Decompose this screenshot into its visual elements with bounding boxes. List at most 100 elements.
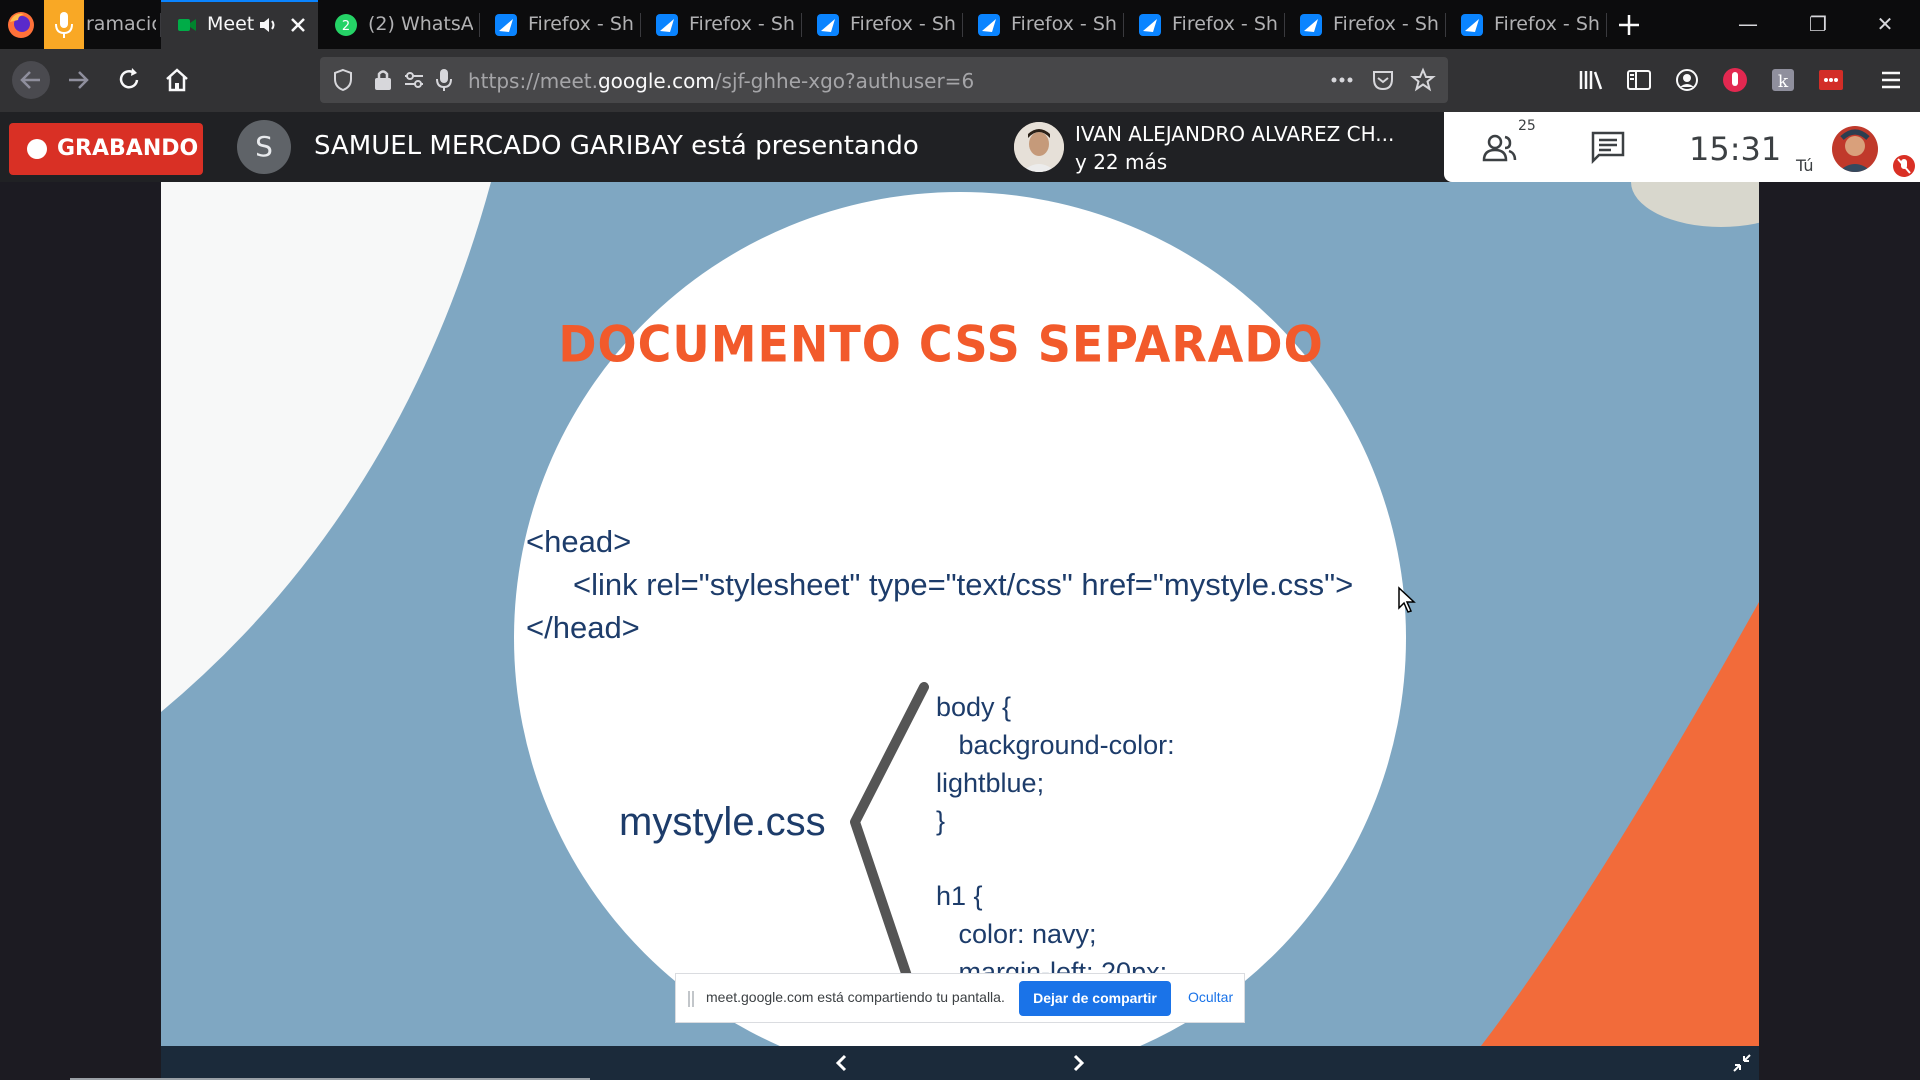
permissions-icon[interactable] xyxy=(402,67,426,93)
tab-label: Firefox - Sha xyxy=(1333,13,1438,35)
tab-meet[interactable]: Meet xyxy=(161,0,318,49)
meeting-clock: 15:31 xyxy=(1689,130,1782,168)
tab-label: ramacic xyxy=(86,13,156,35)
extension-red-hand-icon[interactable] xyxy=(1718,63,1752,97)
stop-sharing-button[interactable]: Dejar de compartir xyxy=(1019,981,1171,1016)
firefox-send-icon xyxy=(655,13,679,37)
tab-firefox-send[interactable]: Firefox - Sha xyxy=(1124,0,1285,49)
firefox-send-icon xyxy=(977,13,1001,37)
page-actions-menu-icon[interactable] xyxy=(1328,69,1356,91)
share-message: meet.google.com está compartiendo tu pan… xyxy=(706,989,1005,1005)
browser-tab-strip: ramacic Meet 2 (2) WhatsAp Firefox - Sha… xyxy=(0,0,1920,49)
firefox-send-icon xyxy=(494,13,518,37)
screen-share-notification: meet.google.com está compartiendo tu pan… xyxy=(675,973,1245,1023)
css-line: lightblue; xyxy=(936,768,1045,798)
svg-text:2: 2 xyxy=(342,19,350,34)
tab-label: (2) WhatsAp xyxy=(368,13,473,35)
minimize-window-icon[interactable]: — xyxy=(1713,0,1783,49)
microphone-permission-icon[interactable] xyxy=(434,67,454,93)
tab-label: Meet xyxy=(207,13,255,35)
hide-notification-link[interactable]: Ocultar xyxy=(1188,989,1233,1005)
drag-handle-icon[interactable] xyxy=(688,989,694,1009)
tab-programacion[interactable]: ramacic xyxy=(84,0,161,49)
tab-firefox-send[interactable]: Firefox - Sha xyxy=(480,0,641,49)
slide-background-shapes xyxy=(161,182,1759,1046)
participants-icon[interactable] xyxy=(1480,128,1520,168)
slide-navigation-bar xyxy=(161,1046,1759,1080)
tab-label: Firefox - Sha xyxy=(689,13,794,35)
shared-screen-presentation: DOCUMENTO CSS SEPARADO <head> <link rel=… xyxy=(161,182,1759,1046)
exit-fullscreen-icon[interactable] xyxy=(1731,1052,1753,1074)
whatsapp-icon: 2 xyxy=(334,13,358,37)
recording-button[interactable]: GRABANDO xyxy=(9,123,203,175)
css-line: body { xyxy=(936,692,1012,722)
slide-title: DOCUMENTO CSS SEPARADO xyxy=(558,314,1324,374)
speaker-icon[interactable] xyxy=(257,14,279,36)
firefox-send-icon xyxy=(1460,13,1484,37)
tab-firefox-send[interactable]: Firefox - Sha xyxy=(1446,0,1607,49)
tab-whatsapp[interactable]: 2 (2) WhatsAp xyxy=(318,0,480,49)
self-label: Tú xyxy=(1796,156,1814,175)
forward-button-icon[interactable] xyxy=(62,63,96,97)
svg-text:k: k xyxy=(1778,72,1789,92)
close-window-icon[interactable]: ✕ xyxy=(1850,0,1920,49)
tracking-protection-shield-icon[interactable] xyxy=(330,67,356,93)
tab-label: Firefox - Sha xyxy=(1011,13,1116,35)
lock-icon[interactable] xyxy=(372,67,394,93)
extension-k-icon[interactable]: k xyxy=(1766,63,1800,97)
microphone-sharing-icon[interactable] xyxy=(44,0,84,49)
recording-label: GRABANDO xyxy=(57,136,199,161)
recording-dot-icon xyxy=(27,139,47,159)
muted-mic-icon xyxy=(1892,154,1916,178)
presenter-avatar: S xyxy=(237,120,291,174)
tab-firefox-send[interactable]: Firefox - Sha xyxy=(641,0,802,49)
speaker-avatar xyxy=(1014,122,1064,172)
css-line: color: navy; xyxy=(936,919,1097,949)
previous-slide-chevron-icon[interactable] xyxy=(831,1052,853,1074)
url-bar[interactable]: https://meet.google.com/sjf-ghhe-xgo?aut… xyxy=(320,57,1448,103)
pocket-icon[interactable] xyxy=(1370,67,1396,93)
css-line: } xyxy=(936,806,946,836)
library-icon[interactable] xyxy=(1574,63,1608,97)
code-link-line: <link rel="stylesheet" type="text/css" h… xyxy=(573,567,1354,602)
firefox-send-icon xyxy=(1299,13,1323,37)
firefox-logo-icon[interactable] xyxy=(6,10,36,40)
url-domain: google.com xyxy=(597,69,715,93)
meet-icon xyxy=(177,15,197,35)
participant-count: 25 xyxy=(1518,118,1536,134)
home-icon[interactable] xyxy=(160,63,194,97)
css-file-label: mystyle.css xyxy=(619,800,826,844)
tab-firefox-send[interactable]: Firefox - Sha xyxy=(963,0,1124,49)
url-prefix: https://meet. xyxy=(468,69,598,93)
tab-label: Firefox - Sha xyxy=(850,13,955,35)
active-speaker-name: IVAN ALEJANDRO ALVAREZ CH... xyxy=(1075,122,1395,146)
next-slide-chevron-icon[interactable] xyxy=(1067,1052,1089,1074)
tab-label: Firefox - Sha xyxy=(528,13,633,35)
code-head-close: </head> xyxy=(526,610,640,645)
new-tab-plus-icon[interactable] xyxy=(1612,8,1646,42)
tab-firefox-send[interactable]: Firefox - Sha xyxy=(802,0,963,49)
back-button-icon[interactable] xyxy=(12,61,50,99)
tab-label: Firefox - Sha xyxy=(1172,13,1277,35)
firefox-send-icon xyxy=(816,13,840,37)
restore-window-icon[interactable]: ❐ xyxy=(1783,0,1853,49)
brace-line xyxy=(850,682,929,982)
self-avatar[interactable] xyxy=(1832,126,1878,172)
hamburger-menu-icon[interactable] xyxy=(1874,63,1908,97)
close-tab-icon[interactable] xyxy=(287,14,309,36)
meet-controls-panel: 25 15:31 Tú xyxy=(1444,112,1920,182)
code-head-open: <head> xyxy=(526,524,632,559)
extension-lastpass-icon[interactable] xyxy=(1814,63,1848,97)
bookmark-star-icon[interactable] xyxy=(1410,67,1436,93)
account-icon[interactable] xyxy=(1670,63,1704,97)
chat-icon[interactable] xyxy=(1588,128,1628,168)
url-text[interactable]: https://meet.google.com/sjf-ghhe-xgo?aut… xyxy=(468,69,974,93)
reload-icon[interactable] xyxy=(112,63,146,97)
url-path: /sjf-ghhe-xgo?authuser=6 xyxy=(714,69,975,93)
browser-navigation-bar: https://meet.google.com/sjf-ghhe-xgo?aut… xyxy=(0,49,1920,112)
tab-label: Firefox - Sha xyxy=(1494,13,1599,35)
sidebar-icon[interactable] xyxy=(1622,63,1656,97)
css-line: h1 { xyxy=(936,881,983,911)
presenter-status-text: SAMUEL MERCADO GARIBAY está presentando xyxy=(314,131,919,161)
tab-firefox-send[interactable]: Firefox - Sha xyxy=(1285,0,1446,49)
